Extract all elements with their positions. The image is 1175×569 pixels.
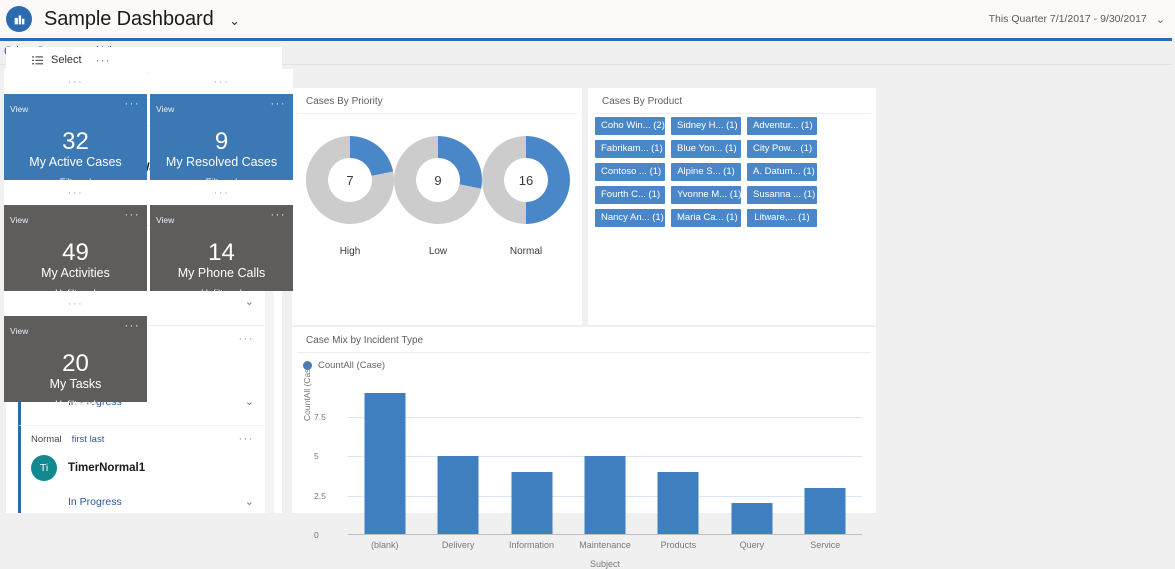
x-axis-tick-label: Service — [789, 540, 862, 550]
queue-tile[interactable]: View···14My Phone CallsUnfiltered — [150, 205, 293, 291]
page-title-text: Sample Dashboard — [44, 8, 214, 30]
tile-name: My Tasks — [10, 377, 141, 391]
tile-count: 32 — [10, 130, 141, 154]
queue-tile[interactable]: View···49My ActivitiesUnfiltered — [4, 205, 147, 291]
tile-column-right: ···View···9My Resolved CasesFiltered···V… — [150, 69, 293, 291]
tile-count: 14 — [156, 241, 287, 265]
x-axis-line — [348, 534, 862, 535]
tile-overflow-button[interactable]: ··· — [125, 320, 141, 332]
tile-filter-state: Filtered — [10, 177, 141, 188]
tile-name: My Phone Calls — [156, 266, 287, 280]
x-axis-tick-label: Information — [495, 540, 568, 550]
tile-filter-state: Unfiltered — [10, 399, 141, 410]
app-grid-icon — [6, 6, 32, 32]
date-range-label: This Quarter 7/1/2017 - 9/30/2017 — [989, 13, 1147, 25]
x-axis-tick-label: Maintenance — [568, 540, 641, 550]
x-axis-tick-label: Products — [642, 540, 715, 550]
page-title: Sample Dashboard ⌄ — [44, 8, 240, 31]
tile-view-label: View — [156, 104, 174, 114]
tile-grid: ···View···32My Active CasesFiltered···Vi… — [4, 69, 1171, 513]
toolbar-overflow-button[interactable]: ··· — [96, 53, 111, 67]
chevron-down-icon[interactable]: ⌄ — [229, 13, 240, 29]
tile-name: My Activities — [10, 266, 141, 280]
chevron-down-icon[interactable]: ⌄ — [1156, 13, 1165, 26]
y-axis-tick-label: 0 — [314, 530, 319, 540]
tile-count: 9 — [156, 130, 287, 154]
tile-overflow-button[interactable]: ··· — [271, 209, 287, 221]
date-range-selector[interactable]: This Quarter 7/1/2017 - 9/30/2017 ⌄ — [989, 0, 1165, 38]
tile-separator: ··· — [150, 69, 293, 94]
select-button[interactable]: Select — [51, 54, 82, 66]
tile-view-label: View — [10, 215, 28, 225]
tile-view-label: View — [156, 215, 174, 225]
tile-overflow-button[interactable]: ··· — [214, 187, 230, 199]
x-axis-tick-labels: (blank)DeliveryInformationMaintenancePro… — [306, 540, 862, 550]
tile-overflow-button[interactable]: ··· — [214, 76, 230, 88]
tile-filter-state: Filtered — [156, 177, 287, 188]
tile-count: 49 — [10, 241, 141, 265]
tile-overflow-button[interactable]: ··· — [125, 209, 141, 221]
tile-column-left: ···View···32My Active CasesFiltered···Vi… — [4, 69, 147, 402]
tile-filter-state: Unfiltered — [10, 288, 141, 299]
dashboard-workspace: Select ··· Active Cases Filtered 32 ↓ Mo… — [0, 38, 1175, 513]
queue-tile[interactable]: View···20My TasksUnfiltered — [4, 316, 147, 402]
x-axis-tick-label: Query — [715, 540, 788, 550]
tile-overflow-button[interactable]: ··· — [68, 187, 84, 199]
x-axis-title: Subject — [292, 559, 876, 569]
tile-view-label: View — [10, 104, 28, 114]
tile-name: My Active Cases — [10, 155, 141, 169]
queue-tile[interactable]: View···32My Active CasesFiltered — [4, 94, 147, 180]
tile-name: My Resolved Cases — [156, 155, 287, 169]
tile-count: 20 — [10, 352, 141, 376]
multiselect-icon — [32, 55, 43, 66]
tile-filter-state: Unfiltered — [156, 288, 287, 299]
tile-view-label: View — [10, 326, 28, 336]
tile-overflow-button[interactable]: ··· — [68, 298, 84, 310]
x-axis-tick-label: (blank) — [348, 540, 421, 550]
app-top-bar: Sample Dashboard ⌄ This Quarter 7/1/2017… — [0, 0, 1175, 38]
tile-separator: ··· — [4, 69, 147, 94]
tile-overflow-button[interactable]: ··· — [271, 98, 287, 110]
tile-overflow-button[interactable]: ··· — [68, 76, 84, 88]
x-axis-tick-label: Delivery — [421, 540, 494, 550]
queue-tile[interactable]: View···9My Resolved CasesFiltered — [150, 94, 293, 180]
tile-overflow-button[interactable]: ··· — [125, 98, 141, 110]
